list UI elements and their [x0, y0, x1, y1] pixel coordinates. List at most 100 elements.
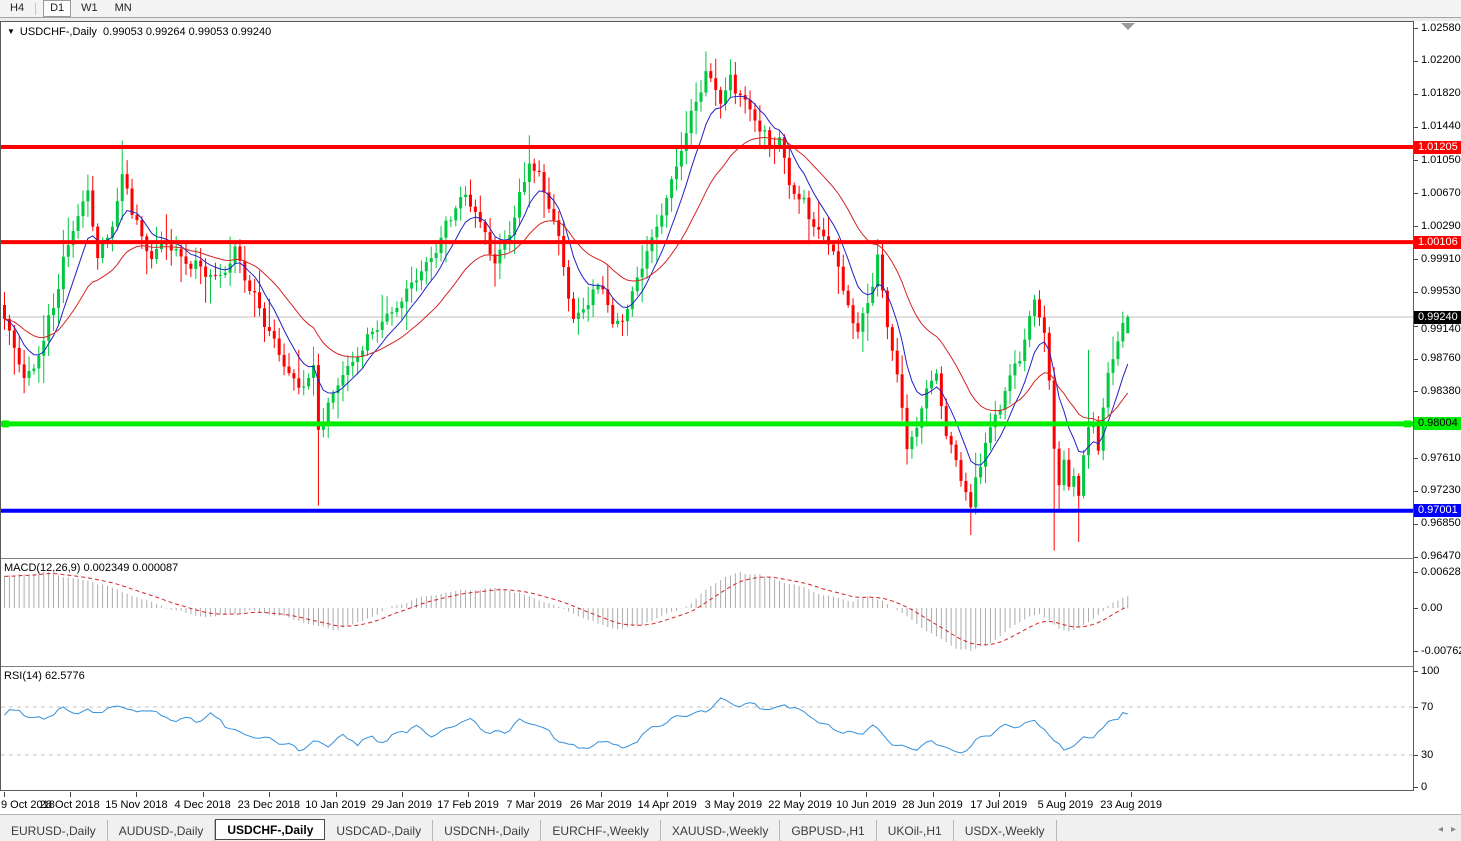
rsi-indicator-label: RSI(14) 62.5776 — [4, 670, 85, 682]
date-label: 10 Jan 2019 — [305, 799, 366, 811]
app-window: { "toolbar": { "buttons": [ {"label": "H… — [0, 0, 1461, 841]
tab-scrollers: ◂▸ — [1430, 824, 1456, 835]
price-tick-label: 0.99530 — [1421, 285, 1461, 298]
time-tick — [733, 792, 734, 797]
rsi-tick — [1414, 707, 1418, 708]
tab-audusd-daily[interactable]: AUDUSD-,Daily — [108, 820, 216, 841]
macd-tick — [1414, 572, 1418, 573]
macd-tick-label: 0.00 — [1421, 602, 1442, 615]
price-tick — [1414, 160, 1418, 161]
price-tick — [1414, 359, 1418, 360]
price-tick-label: 1.02580 — [1421, 22, 1461, 35]
tab-usdchf-daily[interactable]: USDCHF-,Daily — [215, 819, 325, 840]
price-tick-label: 0.97230 — [1421, 484, 1461, 497]
price-tick-label: 1.01050 — [1421, 154, 1461, 167]
support-line-green[interactable] — [1, 420, 1413, 427]
macd-tick-label: -0.00762 — [1421, 645, 1461, 658]
price-tick — [1414, 391, 1418, 392]
price-tick — [1414, 94, 1418, 95]
price-scale[interactable]: 1.025801.022001.018201.014401.010501.006… — [1414, 21, 1461, 791]
timeframe-toolbar: H4 D1W1MN — [0, 0, 1461, 18]
macd-histogram — [5, 572, 1128, 651]
price-chart-canvas[interactable] — [1, 22, 1413, 558]
ma-slow-line — [5, 137, 1128, 421]
date-label: 14 Apr 2019 — [637, 799, 696, 811]
date-label: 29 Jan 2019 — [372, 799, 433, 811]
tab-usdx-weekly[interactable]: USDX-,Weekly — [954, 820, 1057, 841]
rsi-tick-label: 70 — [1421, 701, 1433, 714]
price-tick-label: 0.99910 — [1421, 253, 1461, 266]
candles-series — [3, 51, 1129, 550]
price-tick — [1414, 524, 1418, 525]
resistance-line-2-price-label: 1.00106 — [1414, 236, 1461, 249]
price-tick-label: 1.02200 — [1421, 54, 1461, 67]
tab-gbpusd-h1[interactable]: GBPUSD-,H1 — [780, 820, 876, 841]
tab-xauusd-weekly[interactable]: XAUUSD-,Weekly — [661, 820, 780, 841]
tab-scroll-right-icon[interactable]: ▸ — [1451, 824, 1456, 835]
time-tick — [667, 792, 668, 797]
time-tick — [70, 792, 71, 797]
line-handle — [1404, 420, 1411, 427]
rsi-tick-label: 100 — [1421, 665, 1439, 678]
rsi-panel-canvas[interactable] — [1, 667, 1413, 790]
price-tick — [1414, 557, 1418, 558]
macd-signal-line — [5, 574, 1128, 645]
timeframe-button-w1[interactable]: W1 — [74, 0, 105, 17]
timeframe-button-d1[interactable]: D1 — [43, 0, 71, 17]
price-tick — [1414, 61, 1418, 62]
time-axis[interactable]: 9 Oct 201828 Oct 201815 Nov 20184 Dec 20… — [0, 792, 1412, 814]
date-label: 23 Aug 2019 — [1100, 799, 1162, 811]
price-tick-label: 1.00290 — [1421, 220, 1461, 233]
price-tick-label: 0.98380 — [1421, 385, 1461, 398]
timeframe-button-mn[interactable]: MN — [108, 0, 139, 17]
tab-usdcad-daily[interactable]: USDCAD-,Daily — [325, 820, 433, 841]
date-label: 4 Dec 2018 — [174, 799, 230, 811]
price-tick-label: 0.96850 — [1421, 517, 1461, 530]
time-tick — [136, 792, 137, 797]
time-tick — [4, 792, 5, 797]
macd-panel-canvas[interactable] — [1, 559, 1413, 666]
tab-usdcnh-daily[interactable]: USDCNH-,Daily — [433, 820, 541, 841]
price-tick-label: 1.01820 — [1421, 87, 1461, 100]
line-handle — [2, 420, 9, 427]
price-tick — [1414, 491, 1418, 492]
chart-header: ▼USDCHF-,Daily 0.99053 0.99264 0.99053 0… — [7, 26, 271, 38]
date-label: 17 Feb 2019 — [437, 799, 499, 811]
price-tick — [1414, 193, 1418, 194]
timeframe-button-h4[interactable]: H4 — [3, 0, 31, 17]
ma-fast-line — [5, 96, 1128, 465]
date-label: 23 Dec 2018 — [238, 799, 300, 811]
chart-ohlc-values: 0.99053 0.99264 0.99053 0.99240 — [103, 26, 271, 38]
price-tick — [1414, 259, 1418, 260]
price-tick-label: 0.96470 — [1421, 550, 1461, 563]
rsi-tick — [1414, 671, 1418, 672]
rsi-tick-label: 0 — [1421, 781, 1427, 794]
price-tick-label: 0.99140 — [1421, 323, 1461, 336]
time-tick — [269, 792, 270, 797]
price-tick — [1414, 326, 1418, 327]
macd-tick — [1414, 608, 1418, 609]
date-label: 7 Mar 2019 — [506, 799, 562, 811]
support-line-green-price-label: 0.98004 — [1414, 417, 1461, 430]
date-label: 26 Mar 2019 — [570, 799, 632, 811]
price-tick-label: 0.97610 — [1421, 452, 1461, 465]
macd-tick-label: 0.006286 — [1421, 566, 1461, 579]
time-tick — [468, 792, 469, 797]
price-tick-label: 1.01440 — [1421, 120, 1461, 133]
time-tick — [601, 792, 602, 797]
time-tick — [203, 792, 204, 797]
tab-scroll-left-icon[interactable]: ◂ — [1438, 824, 1443, 835]
tab-eurchf-weekly[interactable]: EURCHF-,Weekly — [541, 820, 660, 841]
symbol-dropdown-icon[interactable]: ▼ — [7, 27, 15, 36]
date-label: 28 Oct 2018 — [40, 799, 100, 811]
date-label: 10 Jun 2019 — [836, 799, 897, 811]
tab-eurusd-daily[interactable]: EURUSD-,Daily — [0, 820, 108, 841]
chart-shift-marker[interactable] — [1121, 23, 1135, 30]
time-tick — [999, 792, 1000, 797]
time-tick — [402, 792, 403, 797]
chart-window: ▼USDCHF-,Daily 0.99053 0.99264 0.99053 0… — [0, 21, 1414, 791]
tab-ukoil-h1[interactable]: UKOil-,H1 — [877, 820, 954, 841]
date-label: 22 May 2019 — [768, 799, 832, 811]
time-tick — [933, 792, 934, 797]
date-label: 15 Nov 2018 — [105, 799, 167, 811]
